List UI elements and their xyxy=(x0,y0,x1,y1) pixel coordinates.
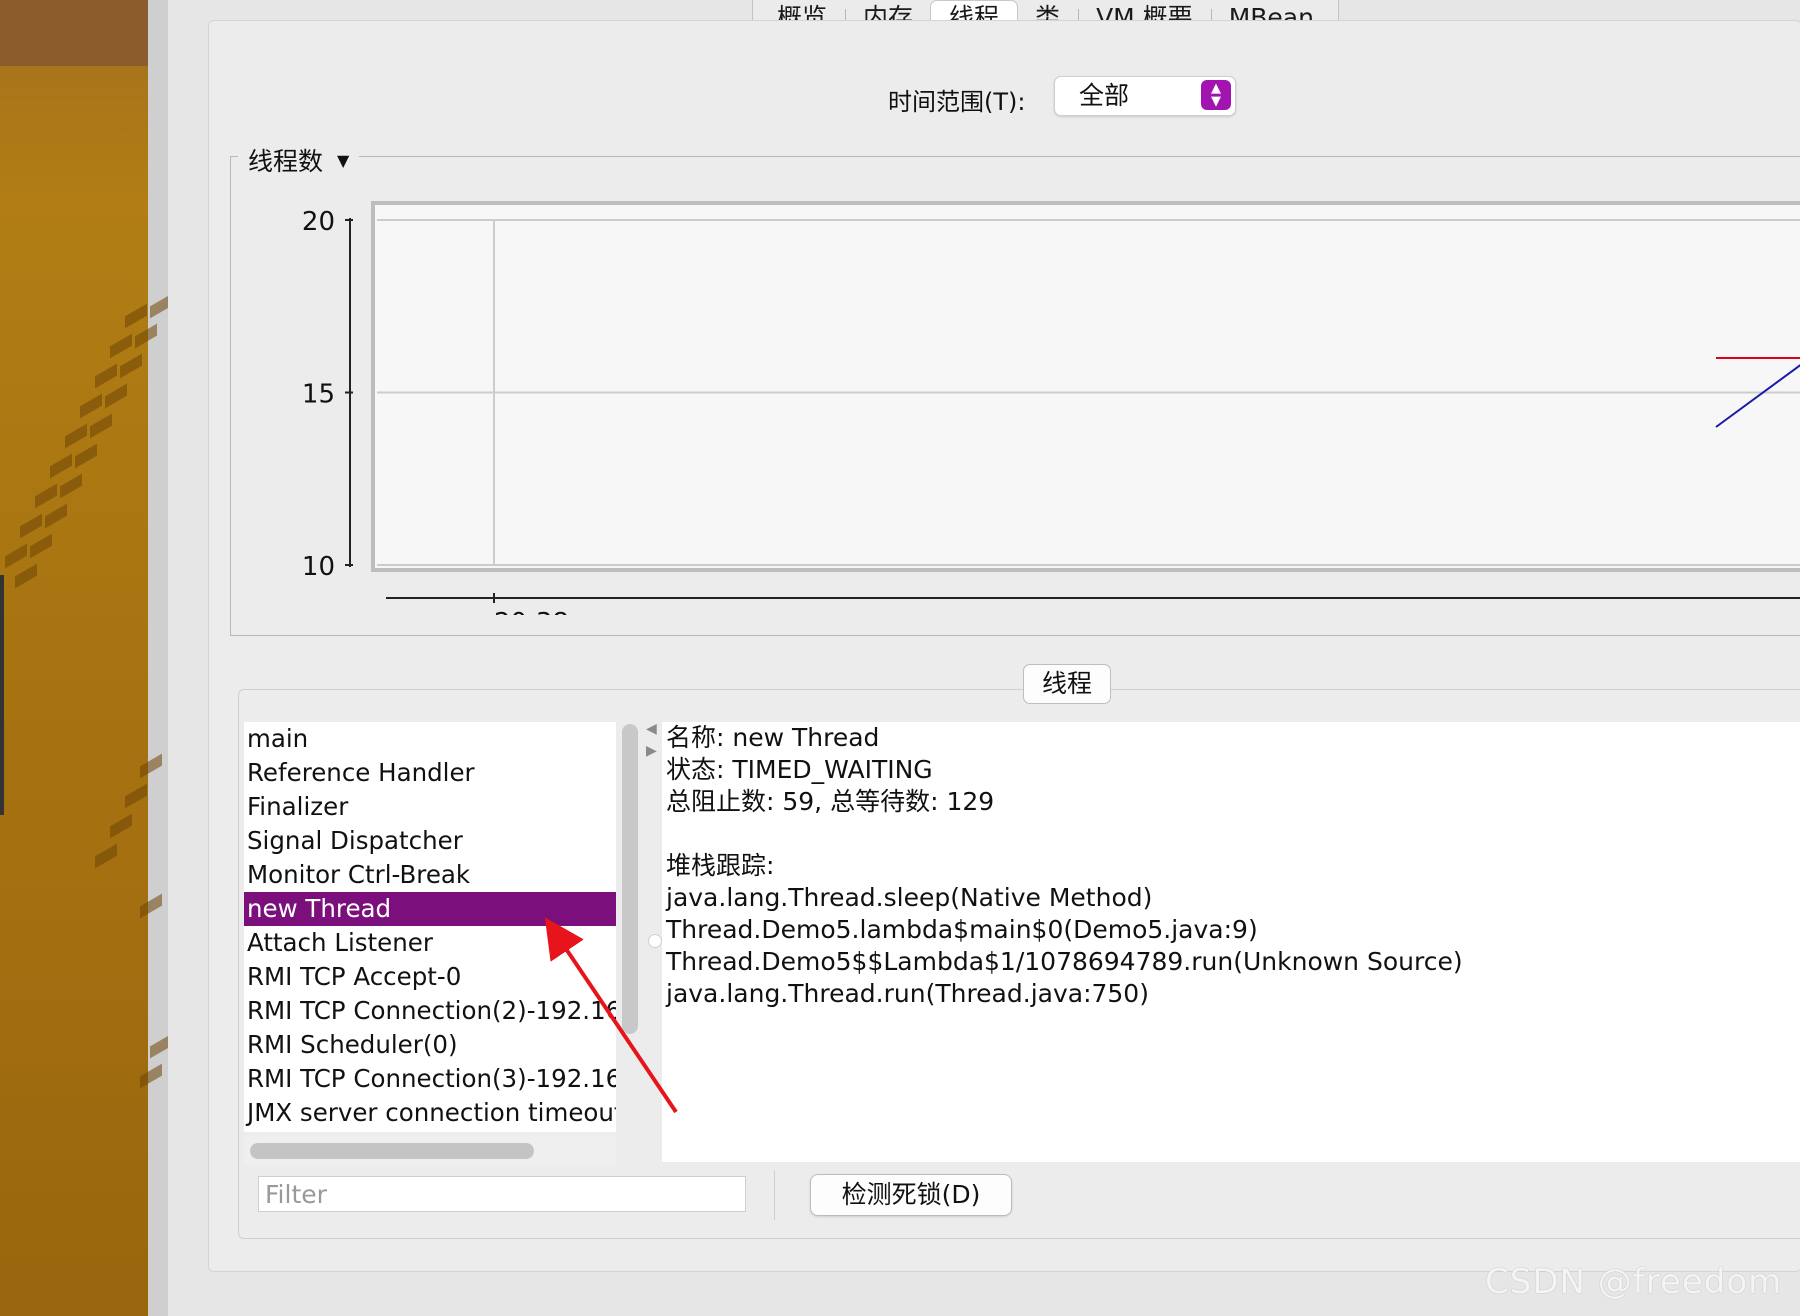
detect-deadlock-button[interactable]: 检测死锁(D) xyxy=(810,1174,1012,1216)
desktop-pattern-square xyxy=(95,363,117,389)
thread-list-item[interactable]: Monitor Ctrl-Break xyxy=(244,858,616,892)
split-pane-divider-handle[interactable] xyxy=(648,934,662,948)
desktop-pattern-square xyxy=(20,513,42,539)
thread-state-line: 状态: TIMED_WAITING xyxy=(666,755,933,784)
thread-list-item[interactable]: Signal Dispatcher xyxy=(244,824,616,858)
thread-name-line: 名称: new Thread xyxy=(666,723,880,752)
watermark: CSDN @freedom xyxy=(1485,1262,1783,1302)
thread-list-item[interactable]: Reference Handler xyxy=(244,756,616,790)
desktop-window-edge xyxy=(0,575,4,815)
desktop-pattern-square xyxy=(45,503,67,529)
split-pane-arrows-icon[interactable]: ◀ ▶ xyxy=(646,718,657,762)
desktop-pattern-square xyxy=(65,423,87,449)
time-range-select[interactable]: 全部 ▲ ▼ xyxy=(1054,76,1236,116)
thread-list-item[interactable]: RMI TCP Connection(2)-192.168 xyxy=(244,994,616,1028)
thread-list-item[interactable]: RMI TCP Accept-0 xyxy=(244,960,616,994)
stack-frame: java.lang.Thread.run(Thread.java:750) xyxy=(666,979,1149,1008)
plot-area xyxy=(371,201,1800,572)
desktop-pattern-square xyxy=(80,393,102,419)
desktop-pattern-square xyxy=(125,303,147,329)
thread-list-item[interactable]: Finalizer xyxy=(244,790,616,824)
y-tick-label: 10 xyxy=(302,552,335,582)
thread-detail-pane: 名称: new Thread 状态: TIMED_WAITING 总阻止数: 5… xyxy=(662,722,1800,1162)
window-border xyxy=(148,0,168,1316)
desktop-pattern-square xyxy=(35,483,57,509)
thread-list-item[interactable]: new Thread xyxy=(244,892,616,926)
stack-frame: java.lang.Thread.sleep(Native Method) xyxy=(666,883,1153,912)
stack-frame: Thread.Demo5.lambda$main$0(Demo5.java:9) xyxy=(666,915,1258,944)
desktop-pattern-square xyxy=(105,383,127,409)
desktop-pattern-square xyxy=(110,333,132,359)
x-tick-label: 20:38 xyxy=(494,608,569,615)
thread-list[interactable]: main Reference Handler Finalizer Signal Dis… xyxy=(244,722,616,1132)
desktop-background xyxy=(0,0,168,1316)
desktop-pattern-square xyxy=(95,843,117,869)
caret-down-icon: ▼ xyxy=(337,150,350,170)
thread-list-item[interactable]: JMX server connection timeout 1 xyxy=(244,1096,616,1130)
time-range-label: 时间范围(T): xyxy=(888,88,1026,116)
desktop-pattern-square xyxy=(75,443,97,469)
thread-list-horizontal-scrollbar[interactable] xyxy=(250,1143,534,1159)
toolbar-separator xyxy=(774,1170,775,1220)
stack-frame: Thread.Demo5$$Lambda$1/1078694789.run(Un… xyxy=(666,947,1463,976)
thread-list-item[interactable]: Attach Listener xyxy=(244,926,616,960)
desktop-pattern-square xyxy=(110,813,132,839)
thread-list-item[interactable]: RMI TCP Connection(3)-192.168 xyxy=(244,1062,616,1096)
y-tick-label: 15 xyxy=(302,380,335,410)
desktop-pattern-square xyxy=(125,783,147,809)
thread-list-vertical-scrollbar[interactable] xyxy=(622,724,638,1034)
desktop-pattern-square xyxy=(60,473,82,499)
chart-selector-label: 线程数 xyxy=(248,147,324,176)
desktop-pattern-square xyxy=(90,413,112,439)
thread-list-item[interactable]: main xyxy=(244,722,616,756)
time-range-value: 全部 xyxy=(1079,81,1130,110)
thread-list-item[interactable]: RMI Scheduler(0) xyxy=(244,1028,616,1062)
desktop-pattern-square xyxy=(5,543,27,569)
desktop-pattern-square xyxy=(15,563,37,589)
desktop-topbar xyxy=(0,0,168,66)
stack-trace-title: 堆栈跟踪: xyxy=(666,851,775,880)
desktop-pattern-square xyxy=(30,533,52,559)
thread-counts-line: 总阻止数: 59, 总等待数: 129 xyxy=(666,787,995,816)
desktop-pattern-square xyxy=(120,353,142,379)
chart-selector[interactable]: 线程数 ▼ xyxy=(238,142,360,178)
desktop-pattern-square xyxy=(50,453,72,479)
thread-count-chart: 20151020:38峰16活16 xyxy=(302,201,1800,615)
threads-section-label: 线程 xyxy=(1023,664,1111,704)
y-tick-label: 20 xyxy=(302,207,335,237)
select-arrows-icon: ▲ ▼ xyxy=(1201,80,1231,110)
thread-filter-input[interactable]: Filter xyxy=(258,1176,746,1212)
